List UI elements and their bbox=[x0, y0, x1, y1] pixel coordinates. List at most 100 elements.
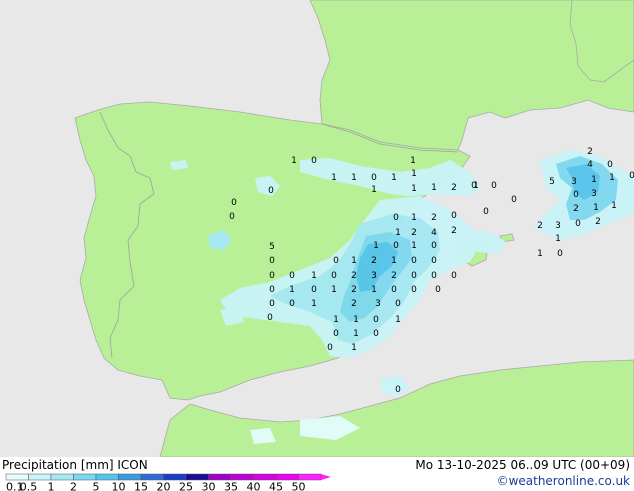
precip-value-label: 1 bbox=[353, 315, 359, 325]
precip-value-label: 0 bbox=[333, 329, 339, 339]
precip-value-label: 4 bbox=[587, 160, 593, 170]
precip-value-label: 1 bbox=[395, 315, 401, 325]
legend-tick-label: 30 bbox=[202, 481, 216, 491]
precip-value-label: 2 bbox=[351, 285, 357, 295]
precip-value-label: 0 bbox=[451, 271, 457, 281]
legend-swatch bbox=[6, 474, 29, 480]
legend-tick-label: 2 bbox=[70, 481, 77, 491]
legend-tick-label: 0.5 bbox=[20, 481, 38, 491]
legend-swatches bbox=[6, 474, 331, 480]
precip-value-label: 2 bbox=[371, 256, 377, 266]
precip-value-label: 0 bbox=[393, 213, 399, 223]
precip-value-label: 0 bbox=[269, 285, 275, 295]
precip-value-label: 1 bbox=[373, 241, 379, 251]
legend-swatch bbox=[141, 474, 164, 480]
legend-swatch bbox=[74, 474, 97, 480]
precip-value-label: 0 bbox=[483, 207, 489, 217]
precip-value-label: 1 bbox=[537, 249, 543, 259]
precip-value-label: 5 bbox=[269, 242, 275, 252]
precip-value-label: 0 bbox=[231, 198, 237, 208]
legend-tick-label: 10 bbox=[112, 481, 126, 491]
precip-value-label: 0 bbox=[393, 241, 399, 251]
precip-value-label: 3 bbox=[555, 221, 561, 231]
precip-value-label: 3 bbox=[371, 271, 377, 281]
precip-value-label: 1 bbox=[431, 183, 437, 193]
precip-value-label: 1 bbox=[591, 175, 597, 185]
precip-value-label: 1 bbox=[609, 173, 615, 183]
legend-tick-label: 5 bbox=[93, 481, 100, 491]
precip-value-label: 1 bbox=[391, 173, 397, 183]
precip-value-label: 0 bbox=[411, 285, 417, 295]
legend-swatch bbox=[209, 474, 232, 480]
precip-value-label: 2 bbox=[411, 228, 417, 238]
site-credit: ©weatheronline.co.uk bbox=[497, 474, 630, 488]
precip-value-label: 0 bbox=[327, 343, 333, 353]
legend-swatch bbox=[119, 474, 142, 480]
legend-tick-label: 40 bbox=[247, 481, 261, 491]
precip-value-label: 0 bbox=[373, 329, 379, 339]
precip-value-label: 0 bbox=[411, 256, 417, 266]
precip-value-label: 2 bbox=[431, 213, 437, 223]
precip-value-label: 1 bbox=[351, 256, 357, 266]
legend-swatch bbox=[164, 474, 187, 480]
precip-value-label: 1 bbox=[311, 299, 317, 309]
precip-value-label: 1 bbox=[391, 256, 397, 266]
legend-swatch bbox=[276, 474, 299, 480]
precip-value-label: 0 bbox=[371, 173, 377, 183]
legend-swatch bbox=[231, 474, 254, 480]
legend-swatch bbox=[29, 474, 52, 480]
precip-value-label: 0 bbox=[607, 160, 613, 170]
precip-value-label: 0 bbox=[451, 211, 457, 221]
weather-map-view: 1011101101112000000120124210105001210000… bbox=[0, 0, 634, 490]
precip-value-label: 0 bbox=[269, 256, 275, 266]
precip-value-label: 2 bbox=[451, 183, 457, 193]
precip-value-label: 1 bbox=[411, 184, 417, 194]
legend-tick-label: 1 bbox=[48, 481, 55, 491]
precip-value-label: 1 bbox=[410, 156, 416, 166]
precip-value-label: 0 bbox=[267, 313, 273, 323]
precip-value-label: 3 bbox=[375, 299, 381, 309]
precip-value-label: 2 bbox=[595, 217, 601, 227]
precip-value-label: 0 bbox=[268, 186, 274, 196]
precip-value-label: 1 bbox=[555, 234, 561, 244]
precipitation-map: 1011101101112000000120124210105001210000… bbox=[0, 0, 634, 457]
precip-value-label: 0 bbox=[431, 256, 437, 266]
precip-value-label: 1 bbox=[611, 201, 617, 211]
legend-swatch bbox=[186, 474, 209, 480]
legend-swatch bbox=[299, 474, 322, 480]
precip-value-label: 0 bbox=[311, 285, 317, 295]
precip-value-label: 0 bbox=[575, 219, 581, 229]
precip-value-label: 4 bbox=[431, 228, 437, 238]
precip-value-label: 1 bbox=[289, 285, 295, 295]
precip-value-label: 1 bbox=[331, 173, 337, 183]
precip-value-label: 0 bbox=[229, 212, 235, 222]
precip-value-label: 2 bbox=[351, 271, 357, 281]
legend-arrow bbox=[321, 474, 331, 480]
precip-value-label: 1 bbox=[411, 213, 417, 223]
model-name: ICON bbox=[117, 458, 147, 472]
precip-value-label: 0 bbox=[411, 271, 417, 281]
legend-swatch bbox=[96, 474, 119, 480]
precip-value-label: 2 bbox=[351, 299, 357, 309]
precip-value-label: 0 bbox=[435, 285, 441, 295]
precip-value-label: 1 bbox=[473, 181, 479, 191]
precip-value-label: 1 bbox=[371, 185, 377, 195]
legend-tick-label: 50 bbox=[292, 481, 306, 491]
precip-value-label: 1 bbox=[333, 315, 339, 325]
precip-value-label: 0 bbox=[511, 195, 517, 205]
precip-value-label: 2 bbox=[391, 271, 397, 281]
precip-value-label: 0 bbox=[491, 181, 497, 191]
precip-value-label: 0 bbox=[395, 299, 401, 309]
precip-value-label: 1 bbox=[311, 271, 317, 281]
legend-swatch bbox=[254, 474, 277, 480]
precip-value-label: 1 bbox=[351, 343, 357, 353]
precip-value-label: 1 bbox=[411, 241, 417, 251]
precip-value-label: 0 bbox=[331, 271, 337, 281]
legend-tick-label: 45 bbox=[269, 481, 283, 491]
map-title-label: Precipitation [mm] bbox=[2, 458, 114, 472]
precip-value-label: 1 bbox=[593, 203, 599, 213]
legend-ticks: 0.10.5125101520253035404550 bbox=[6, 481, 306, 491]
legend-tick-label: 15 bbox=[134, 481, 148, 491]
precip-value-label: 2 bbox=[537, 221, 543, 231]
precip-value-label: 1 bbox=[371, 285, 377, 295]
